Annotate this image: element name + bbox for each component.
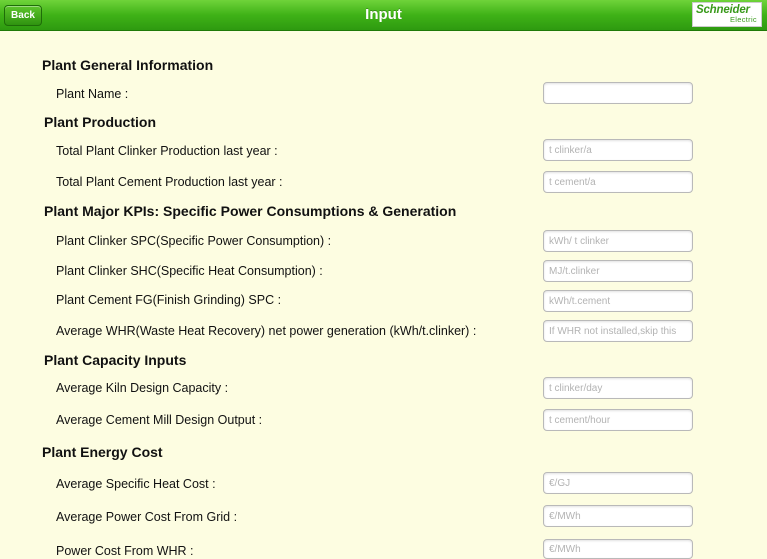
schneider-electric-logo: Schneider Electric	[692, 2, 762, 27]
whr-power-cost-label: Power Cost From WHR :	[56, 544, 194, 558]
clinker-shc-label: Plant Clinker SHC(Specific Heat Consumpt…	[56, 264, 323, 278]
cement-production-label: Total Plant Cement Production last year …	[56, 175, 283, 189]
grid-power-cost-input[interactable]	[543, 505, 693, 527]
plant-name-input[interactable]	[543, 82, 693, 104]
back-button[interactable]: Back	[4, 5, 42, 26]
section-heading-general: Plant General Information	[42, 57, 214, 73]
clinker-production-label: Total Plant Clinker Production last year…	[56, 144, 278, 158]
logo-text-line2: Electric	[730, 15, 757, 24]
clinker-production-input[interactable]	[543, 139, 693, 161]
cement-fg-spc-label: Plant Cement FG(Finish Grinding) SPC :	[56, 293, 282, 307]
kiln-capacity-label: Average Kiln Design Capacity :	[56, 381, 229, 395]
cement-mill-output-label: Average Cement Mill Design Output :	[56, 413, 263, 427]
clinker-spc-label: Plant Clinker SPC(Specific Power Consump…	[56, 234, 332, 248]
section-heading-kpis: Plant Major KPIs: Specific Power Consump…	[44, 203, 457, 219]
cement-production-input[interactable]	[543, 171, 693, 193]
clinker-shc-input[interactable]	[543, 260, 693, 282]
whr-power-cost-input[interactable]	[543, 539, 693, 559]
section-heading-production: Plant Production	[44, 114, 156, 130]
kiln-capacity-input[interactable]	[543, 377, 693, 399]
whr-generation-input[interactable]	[543, 320, 693, 342]
grid-power-cost-label: Average Power Cost From Grid :	[56, 510, 238, 524]
heat-cost-label: Average Specific Heat Cost :	[56, 477, 216, 491]
heat-cost-input[interactable]	[543, 472, 693, 494]
clinker-spc-input[interactable]	[543, 230, 693, 252]
section-heading-energy: Plant Energy Cost	[42, 444, 163, 460]
cement-fg-spc-input[interactable]	[543, 290, 693, 312]
navigation-bar: Input Back Schneider Electric	[0, 0, 767, 31]
plant-name-label: Plant Name :	[56, 87, 129, 101]
page-title: Input	[365, 6, 402, 23]
whr-generation-label: Average WHR(Waste Heat Recovery) net pow…	[56, 324, 477, 338]
section-heading-capacity: Plant Capacity Inputs	[44, 352, 187, 368]
cement-mill-output-input[interactable]	[543, 409, 693, 431]
